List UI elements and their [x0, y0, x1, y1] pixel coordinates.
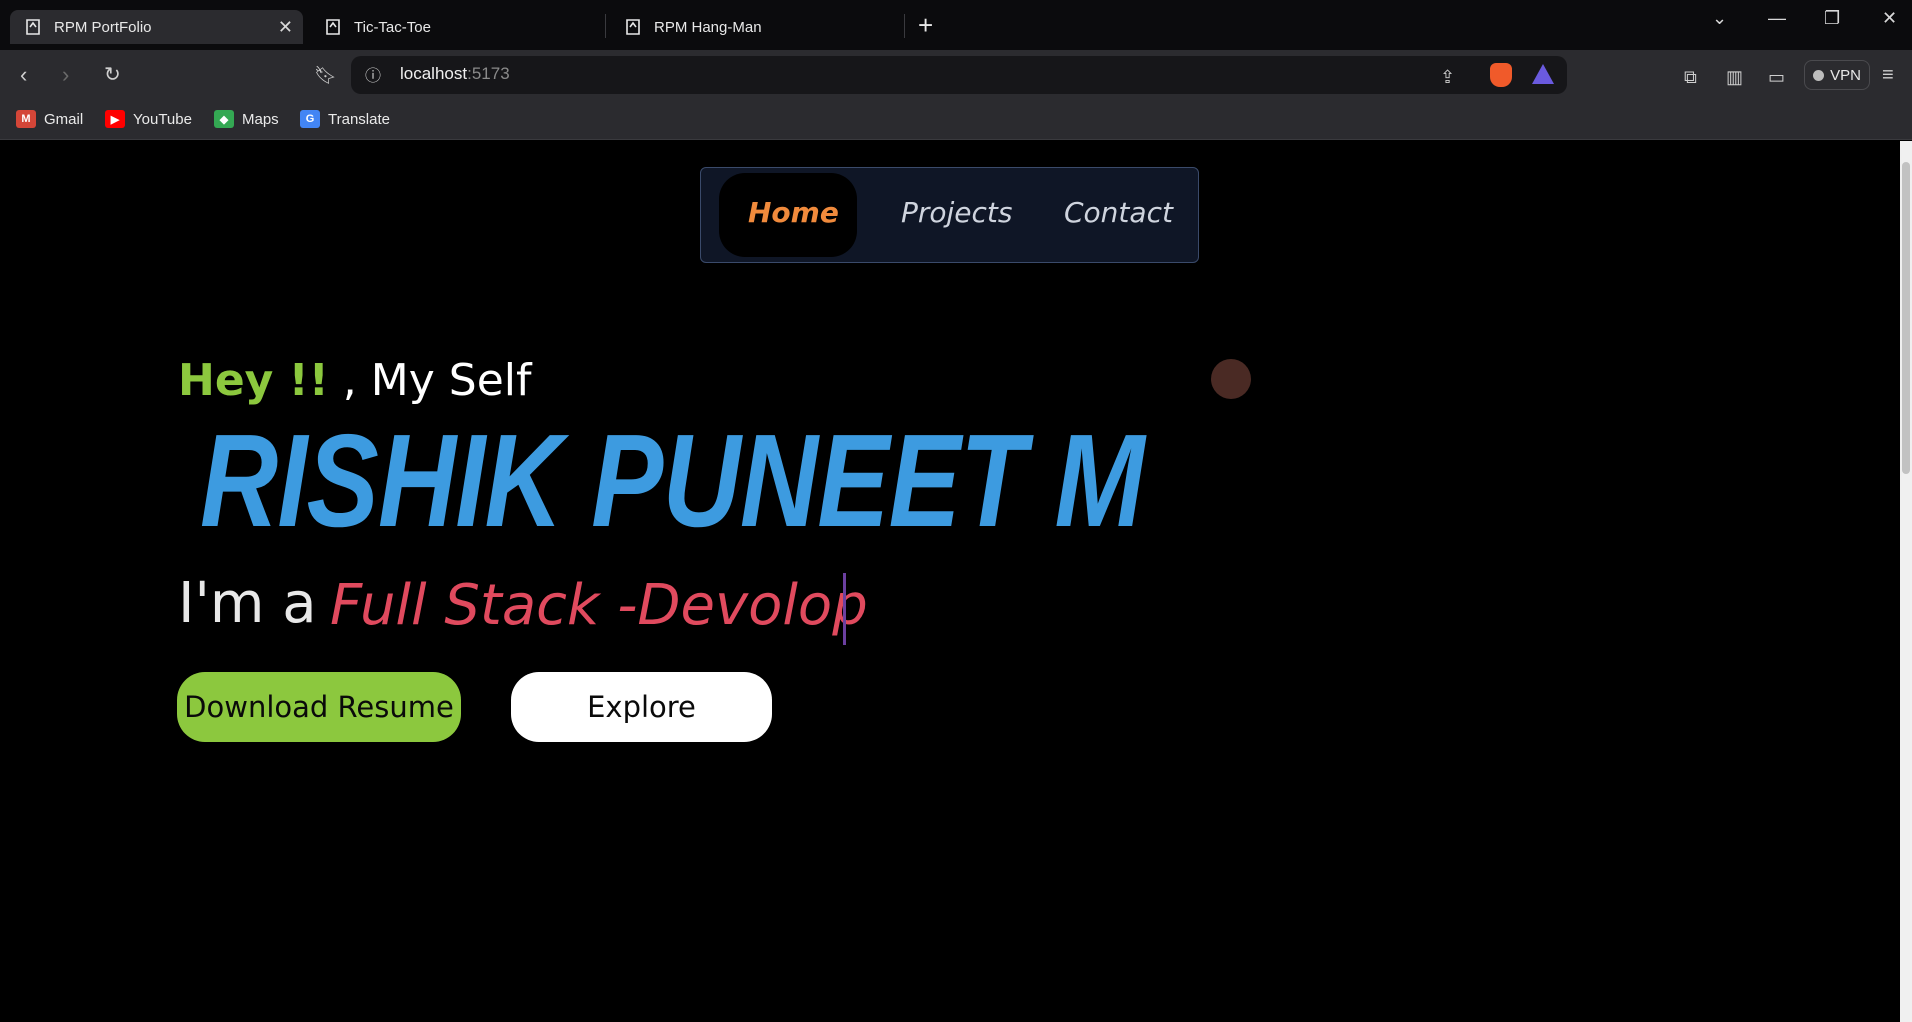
- portfolio-page: Home Projects Contact Hey !! , My Self R…: [0, 141, 1900, 1022]
- vpn-label: VPN: [1830, 66, 1861, 84]
- back-icon[interactable]: ‹: [20, 62, 27, 88]
- vpn-status-icon: [1813, 69, 1825, 81]
- typing-caret: [843, 573, 846, 645]
- bookmark-icon[interactable]: 🔖︎: [314, 62, 337, 88]
- brave-rewards-icon[interactable]: [1532, 64, 1554, 84]
- tab-title: Tic-Tac-Toe: [354, 18, 431, 36]
- chevron-down-icon[interactable]: ⌄: [1712, 8, 1727, 29]
- restore-icon[interactable]: ❐: [1824, 8, 1840, 29]
- role-prefix: I'm a: [178, 571, 317, 636]
- sidebar-icon[interactable]: ▥: [1726, 64, 1743, 90]
- reload-icon[interactable]: ↻: [104, 62, 121, 88]
- site-info-icon[interactable]: ⓘ: [365, 64, 381, 90]
- address-bar[interactable]: [351, 56, 1567, 94]
- wallet-icon[interactable]: ▭: [1768, 64, 1785, 90]
- hero-greeting: Hey !! , My Self: [178, 355, 531, 406]
- hey-text: Hey !!: [178, 355, 329, 406]
- bookmark-maps[interactable]: ◆ Maps: [214, 108, 279, 130]
- url-text[interactable]: localhost:5173: [400, 64, 510, 84]
- cursor-follower: [1211, 359, 1251, 399]
- menu-icon[interactable]: ≡: [1882, 62, 1894, 88]
- intro-text: , My Self: [328, 355, 532, 406]
- scrollbar-thumb[interactable]: [1902, 162, 1910, 474]
- forward-icon[interactable]: ›: [62, 62, 69, 88]
- youtube-icon: ▶: [105, 110, 125, 128]
- maps-icon: ◆: [214, 110, 234, 128]
- bookmarks-bar: [0, 100, 1912, 140]
- translate-icon: G: [300, 110, 320, 128]
- role-typed: Full Stack -Devolop: [330, 573, 868, 638]
- share-icon[interactable]: ⇪: [1440, 64, 1455, 90]
- tab-tic-tac-toe[interactable]: Tic-Tac-Toe: [310, 10, 600, 44]
- tab-rpm-hang-man[interactable]: RPM Hang-Man: [610, 10, 900, 44]
- brave-shield-icon[interactable]: [1490, 63, 1512, 87]
- gmail-icon: M: [16, 110, 36, 128]
- plus-icon[interactable]: +: [918, 12, 933, 38]
- tab-strip: RPM PortFolio ✕ Tic-Tac-Toe RPM Hang-Man…: [0, 0, 1912, 50]
- tab-separator: [904, 14, 905, 38]
- tab-title: RPM Hang-Man: [654, 18, 762, 36]
- tab-separator: [605, 14, 606, 38]
- bookmark-label: YouTube: [133, 110, 192, 128]
- bookmark-translate[interactable]: G Translate: [300, 108, 390, 130]
- tab-title: RPM PortFolio: [54, 18, 152, 36]
- close-window-icon[interactable]: ✕: [1882, 8, 1897, 29]
- bookmark-label: Gmail: [44, 110, 84, 128]
- page-icon: [624, 18, 642, 36]
- minimize-icon[interactable]: —: [1768, 8, 1786, 29]
- tab-rpm-portfolio[interactable]: RPM PortFolio ✕: [10, 10, 303, 44]
- nav-home[interactable]: Home: [748, 196, 839, 229]
- bookmark-youtube[interactable]: ▶ YouTube: [105, 108, 192, 130]
- close-icon[interactable]: ✕: [278, 17, 293, 38]
- page-icon: [24, 18, 42, 36]
- extensions-icon[interactable]: ⧉: [1684, 64, 1697, 90]
- hero-name: RISHIK PUNEET M: [200, 407, 1145, 554]
- bookmark-gmail[interactable]: M Gmail: [16, 108, 83, 130]
- download-resume-button[interactable]: Download Resume: [177, 672, 461, 742]
- nav-projects[interactable]: Projects: [901, 196, 1013, 229]
- vpn-button[interactable]: VPN: [1804, 60, 1870, 90]
- explore-button[interactable]: Explore: [511, 672, 772, 742]
- bookmark-label: Maps: [242, 110, 279, 128]
- nav-contact[interactable]: Contact: [1064, 196, 1173, 229]
- bookmark-label: Translate: [328, 110, 390, 128]
- page-icon: [324, 18, 342, 36]
